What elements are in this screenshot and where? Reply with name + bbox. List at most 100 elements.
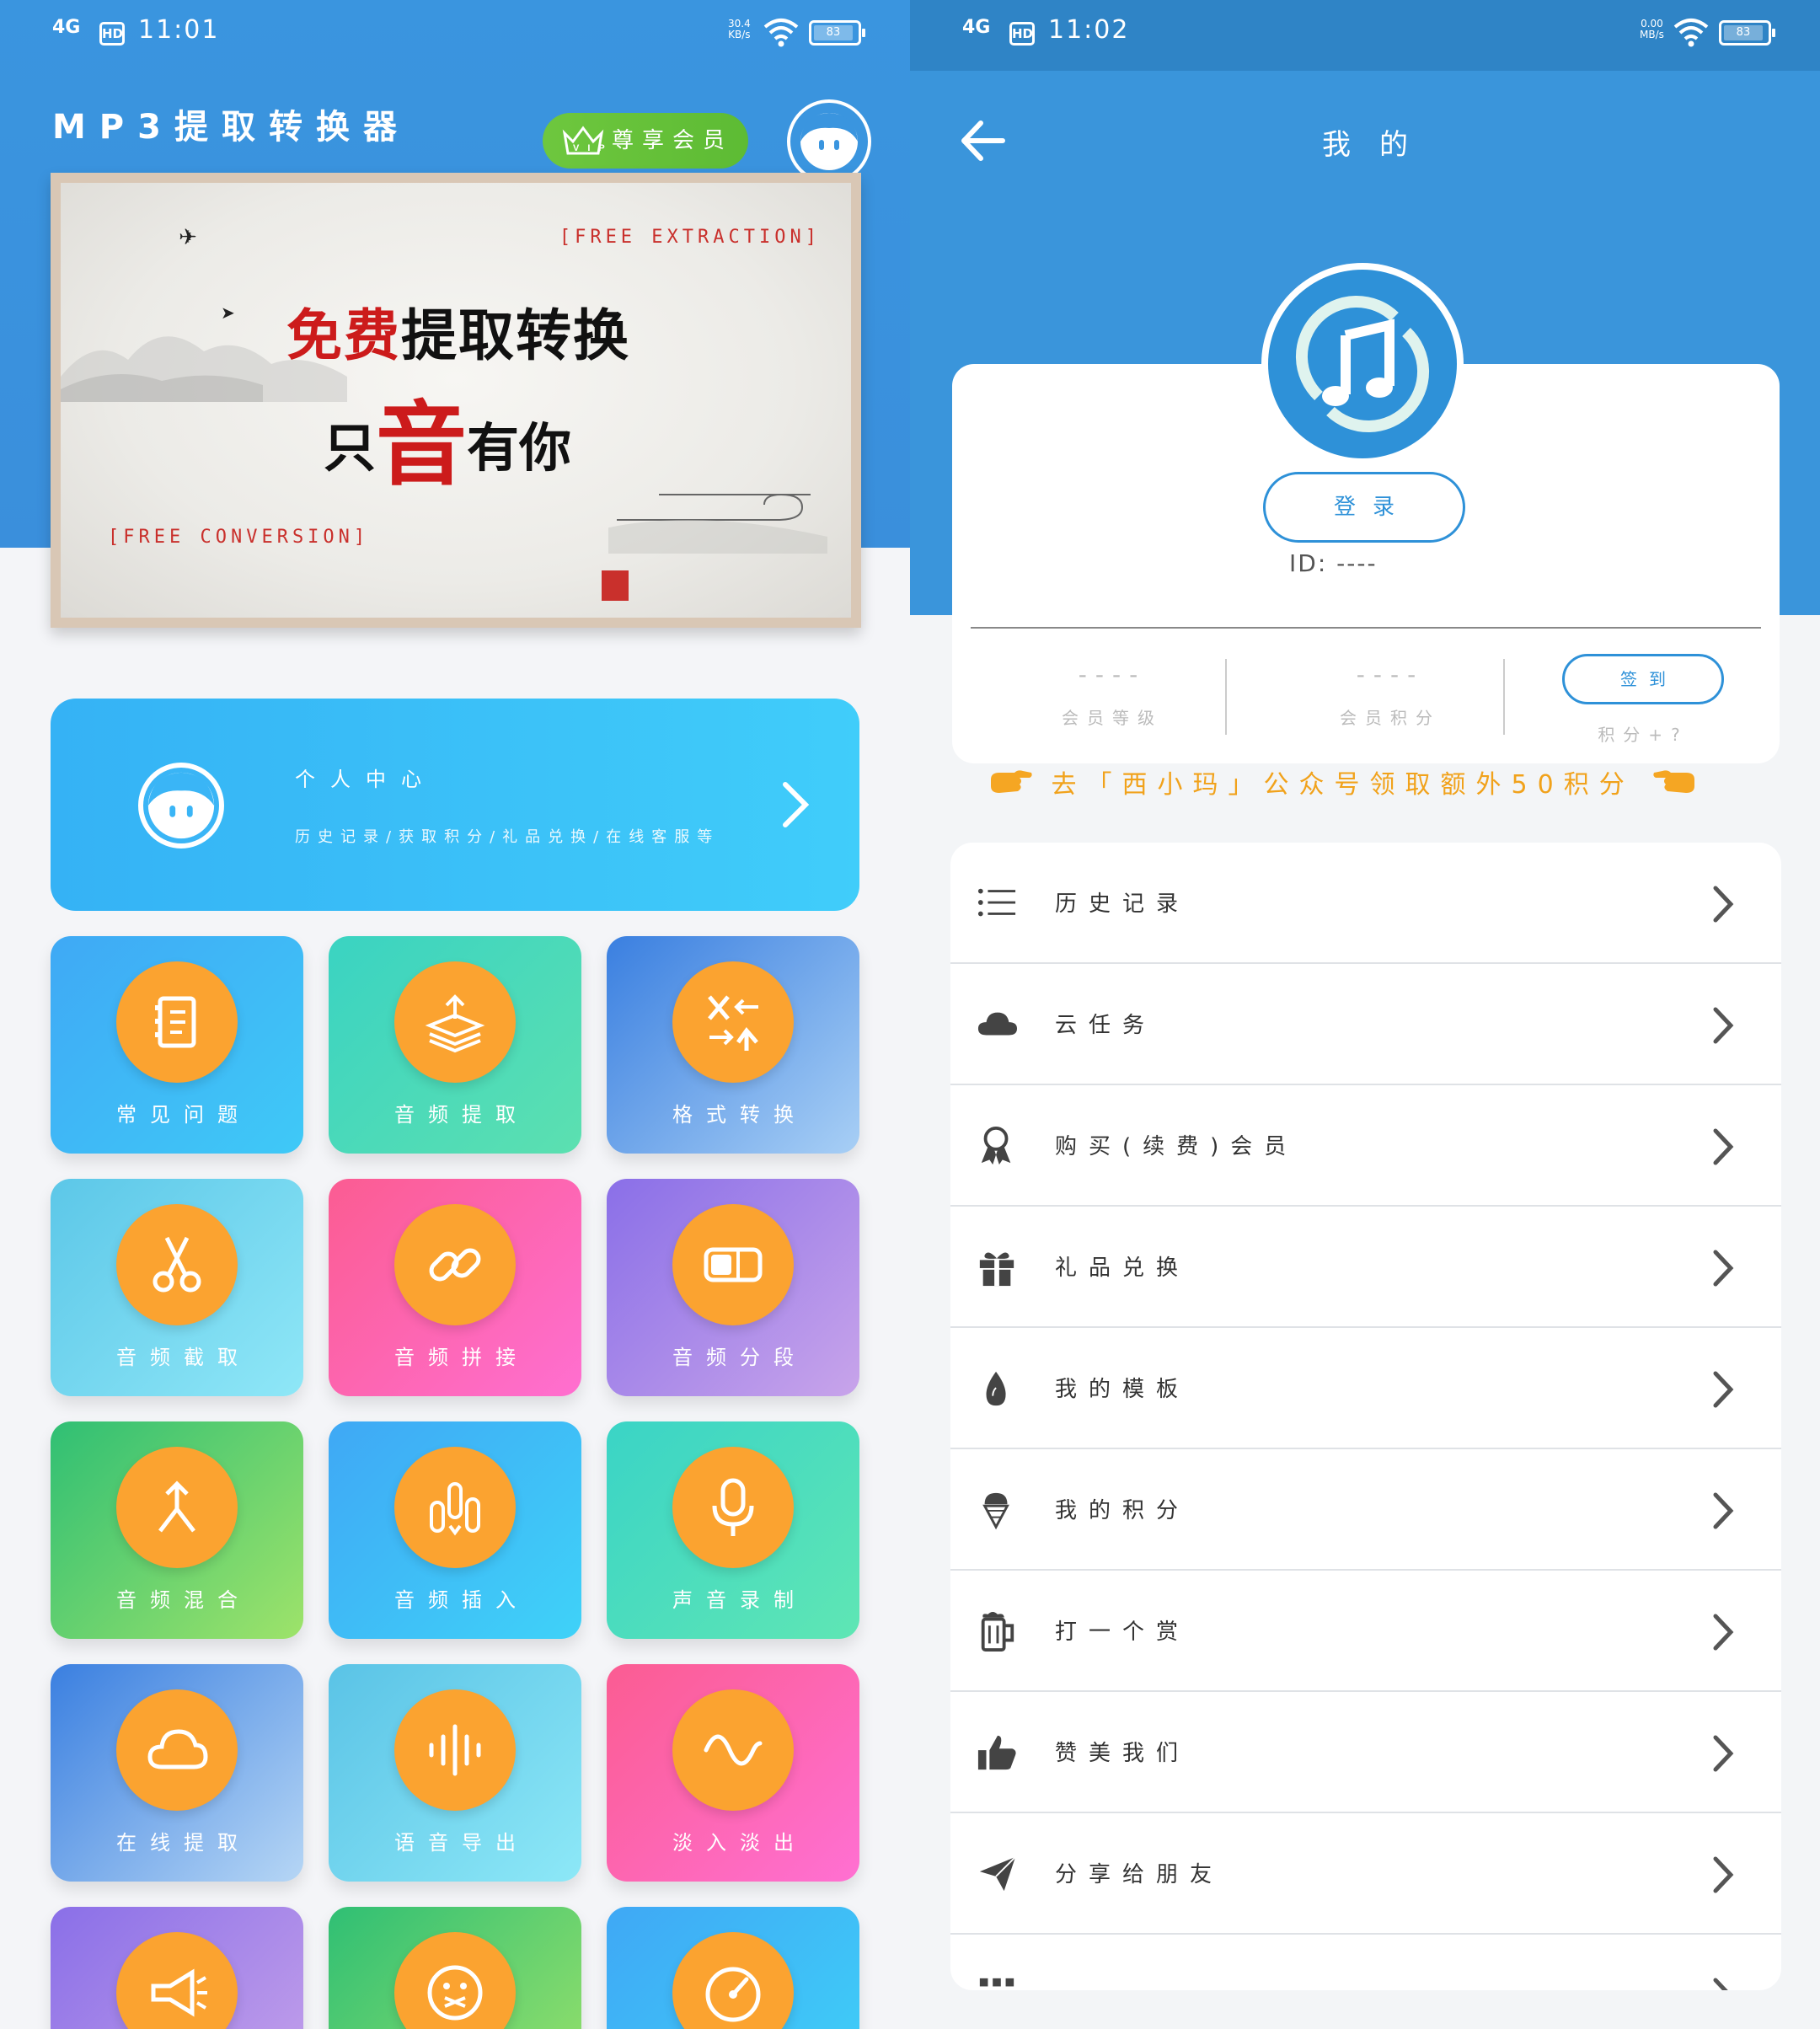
feature-icon-circle bbox=[672, 1689, 794, 1811]
chevron-right-icon bbox=[1713, 1250, 1734, 1287]
divider bbox=[1225, 659, 1227, 735]
feature-tile[interactable]: 音频提取 bbox=[329, 936, 581, 1154]
chevron-right-icon bbox=[1713, 1007, 1734, 1044]
network-speed: 0.00 MB/s bbox=[1640, 18, 1664, 40]
menu-item[interactable]: 云任务 bbox=[950, 964, 1781, 1085]
beer-mug-icon bbox=[981, 1611, 1014, 1652]
wifi-icon bbox=[763, 19, 799, 47]
red-seal bbox=[602, 570, 629, 601]
battery-icon: 83 bbox=[1719, 20, 1775, 46]
ice-cream-icon bbox=[982, 1492, 1009, 1530]
face-icon bbox=[800, 113, 858, 170]
chevron-right-icon bbox=[1713, 1492, 1734, 1529]
banner-tag-bottom: [FREE CONVERSION] bbox=[108, 527, 370, 548]
hd-badge: HD bbox=[99, 22, 125, 46]
menu-item[interactable]: 礼品兑换 bbox=[950, 1207, 1781, 1328]
grid-icon bbox=[979, 1978, 1014, 1987]
x-to-y-icon bbox=[708, 995, 758, 1051]
feature-label: 常见问题 bbox=[116, 1103, 251, 1127]
feature-tile[interactable]: 常见问题 bbox=[51, 936, 303, 1154]
feature-label: 声音录制 bbox=[672, 1588, 807, 1612]
feature-icon-circle bbox=[394, 1204, 516, 1325]
chevron-right-icon bbox=[1713, 1128, 1734, 1165]
divider bbox=[971, 627, 1761, 629]
menu-item[interactable]: 我的积分 bbox=[950, 1449, 1781, 1571]
personal-center-card[interactable]: 个人中心 历史记录/获取积分/礼品兑换/在线客服等 bbox=[51, 699, 859, 911]
face-icon bbox=[147, 772, 215, 839]
bird-icon: ➤ bbox=[221, 302, 235, 323]
menu-item-label: 云任务 bbox=[1055, 1013, 1157, 1038]
feature-tile[interactable]: 音频截取 bbox=[51, 1179, 303, 1396]
settings-menu: 历史记录云任务购买(续费)会员 礼品兑换 我的模板我的积分打一个赏赞美我们分享给朋友 bbox=[950, 843, 1781, 1990]
feature-tile[interactable] bbox=[51, 1907, 303, 2029]
battery-icon: 83 bbox=[809, 20, 865, 46]
feature-tile[interactable] bbox=[607, 1907, 859, 2029]
member-points-value: ---- bbox=[1356, 661, 1425, 688]
menu-item[interactable] bbox=[950, 1935, 1781, 1990]
feature-tile[interactable]: 音频插入 bbox=[329, 1421, 581, 1639]
login-button[interactable]: 登录 bbox=[1263, 472, 1465, 543]
cloud-icon bbox=[977, 1012, 1017, 1036]
member-level-label: 会员等级 bbox=[1062, 708, 1163, 728]
link-icon bbox=[429, 1248, 481, 1282]
feature-label: 格式转换 bbox=[672, 1103, 807, 1127]
bars-insert-icon bbox=[430, 1482, 480, 1536]
user-id: ID: ---- bbox=[1289, 549, 1378, 577]
feature-tile[interactable]: 音频拼接 bbox=[329, 1179, 581, 1396]
feature-icon-circle bbox=[394, 961, 516, 1083]
list-icon bbox=[977, 888, 1016, 917]
feature-tile[interactable] bbox=[329, 1907, 581, 2029]
feature-label: 音频拼接 bbox=[394, 1346, 529, 1369]
chevron-right-icon bbox=[1713, 886, 1734, 923]
feature-tile[interactable]: 格式转换 bbox=[607, 936, 859, 1154]
feature-label: 音频提取 bbox=[394, 1103, 529, 1127]
feature-tile[interactable]: 在线提取 bbox=[51, 1664, 303, 1882]
feature-label: 音频插入 bbox=[394, 1588, 529, 1612]
feature-label: 在线提取 bbox=[116, 1831, 251, 1855]
feature-tile[interactable]: 淡入淡出 bbox=[607, 1664, 859, 1882]
menu-item[interactable]: 购买(续费)会员 bbox=[950, 1085, 1781, 1207]
feature-tile[interactable]: 语音导出 bbox=[329, 1664, 581, 1882]
avatar bbox=[138, 763, 224, 849]
promo-text[interactable]: 去「西小玛」公众号领取额外50积分 bbox=[989, 763, 1781, 800]
status-bar: 4G HD 11:02 0.00 MB/s 83 bbox=[910, 0, 1820, 71]
vip-button[interactable]: VIP 尊享会员 bbox=[543, 113, 748, 169]
feature-tile[interactable]: 音频混合 bbox=[51, 1421, 303, 1639]
member-points-stat: ---- 会员积分 bbox=[1264, 654, 1517, 729]
menu-item-label: 历史记录 bbox=[1055, 891, 1191, 917]
feature-tile[interactable]: 声音录制 bbox=[607, 1421, 859, 1639]
contacts-book-icon bbox=[155, 996, 196, 1048]
menu-item[interactable]: 打一个赏 bbox=[950, 1571, 1781, 1692]
feature-icon-circle bbox=[116, 1447, 238, 1568]
wifi-icon bbox=[1673, 19, 1709, 47]
signal-label: 4G bbox=[962, 17, 991, 38]
menu-item[interactable]: 我的模板 bbox=[950, 1328, 1781, 1449]
avatar[interactable] bbox=[787, 99, 871, 184]
navigation-bar: 我的 bbox=[910, 71, 1820, 211]
menu-item[interactable]: 分享给朋友 bbox=[950, 1813, 1781, 1935]
menu-item-label: 我的积分 bbox=[1055, 1498, 1191, 1523]
feature-icon-circle bbox=[672, 1447, 794, 1568]
microphone-icon bbox=[712, 1478, 754, 1536]
feature-tile[interactable]: 音频分段 bbox=[607, 1179, 859, 1396]
promo-banner[interactable]: ✈ ➤ [FREE EXTRACTION] 免费提取转换 只音有你 [FREE … bbox=[51, 173, 861, 628]
paper-plane-icon bbox=[979, 1856, 1016, 1892]
segment-toggle-icon bbox=[704, 1247, 763, 1282]
cloud-icon bbox=[147, 1729, 208, 1769]
feature-label: 音频混合 bbox=[116, 1588, 251, 1612]
chevron-right-icon bbox=[1713, 1614, 1734, 1651]
layers-upload-icon bbox=[425, 994, 485, 1053]
member-points-label: 会员积分 bbox=[1340, 708, 1441, 728]
feature-icon-circle bbox=[672, 1204, 794, 1325]
menu-item[interactable]: 赞美我们 bbox=[950, 1692, 1781, 1813]
divider bbox=[1503, 659, 1505, 735]
feature-icon-circle bbox=[116, 961, 238, 1083]
feature-icon-circle bbox=[116, 1204, 238, 1325]
feature-icon-circle bbox=[394, 1447, 516, 1568]
menu-item-label: 赞美我们 bbox=[1055, 1741, 1191, 1766]
menu-item[interactable]: 历史记录 bbox=[950, 843, 1781, 964]
feature-label: 淡入淡出 bbox=[672, 1831, 807, 1855]
feature-icon-circle bbox=[672, 1932, 794, 2029]
scissors-icon bbox=[153, 1236, 201, 1293]
check-in-button[interactable]: 签到 bbox=[1562, 654, 1724, 704]
